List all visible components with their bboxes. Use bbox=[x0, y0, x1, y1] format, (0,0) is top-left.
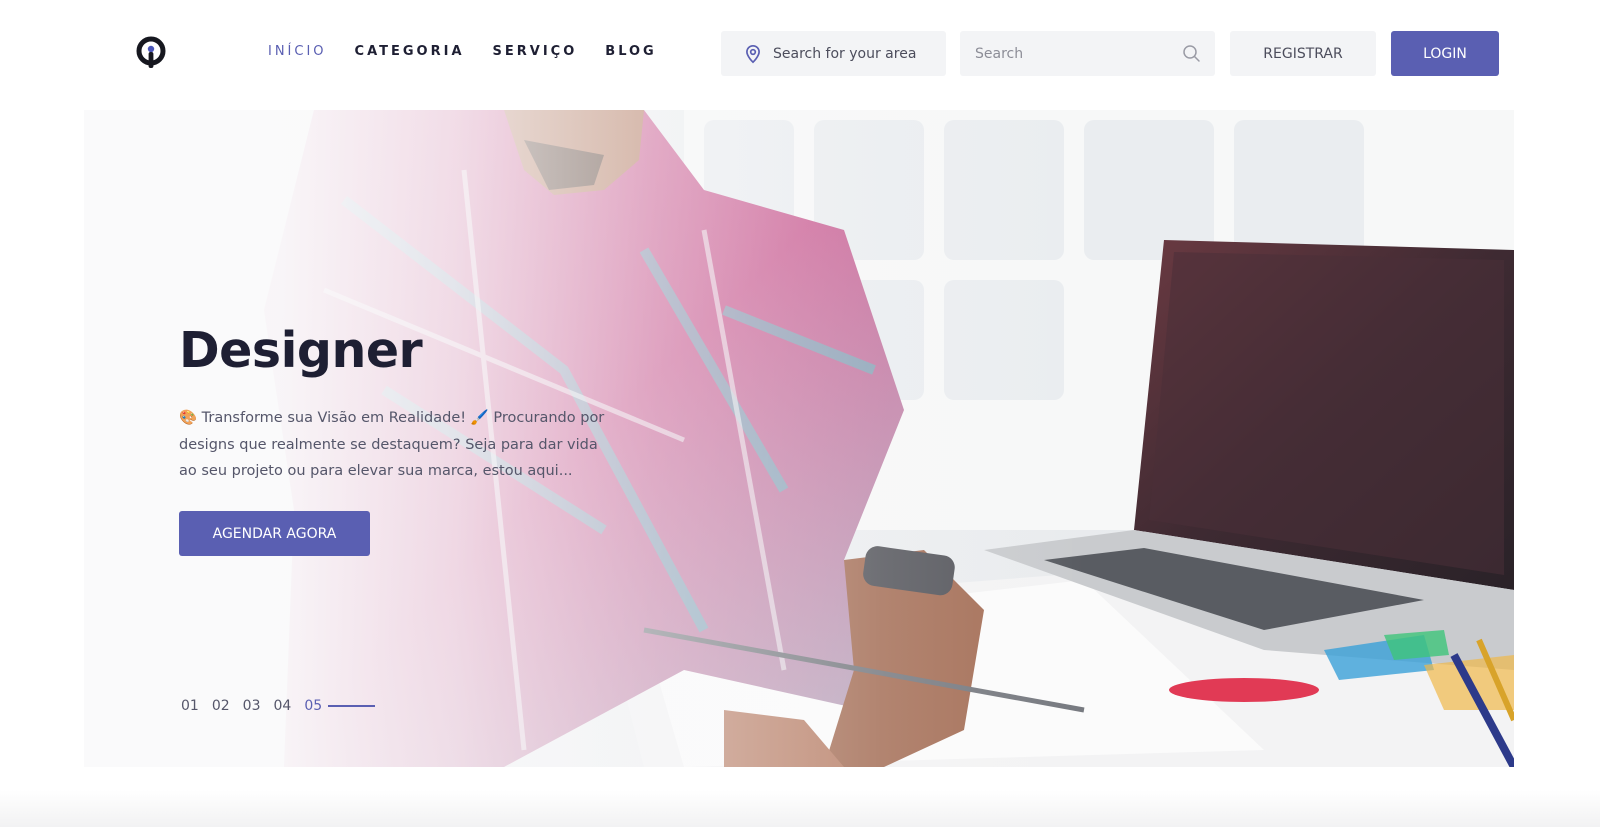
section-divider bbox=[0, 790, 1600, 827]
nav-item-inicio[interactable]: INÍCIO bbox=[268, 44, 327, 59]
search-icon[interactable] bbox=[1182, 44, 1201, 63]
search-input[interactable] bbox=[960, 31, 1170, 76]
hero-slider: Designer 🎨 Transforme sua Visão em Reali… bbox=[84, 110, 1514, 767]
schedule-now-button[interactable]: AGENDAR AGORA bbox=[179, 511, 370, 556]
main-nav: INÍCIO CATEGORIA SERVIÇO BLOG bbox=[268, 44, 685, 59]
slide-dot-01[interactable]: 01 bbox=[181, 698, 199, 714]
hero-description: 🎨 Transforme sua Visão em Realidade! 🖌️ … bbox=[179, 410, 605, 479]
slide-dot-05[interactable]: 05 bbox=[304, 698, 322, 714]
slide-pagination: 01 02 03 04 05 bbox=[181, 698, 376, 714]
active-slide-indicator bbox=[328, 705, 376, 707]
nav-item-blog[interactable]: BLOG bbox=[605, 44, 656, 59]
hero-title: Designer bbox=[179, 322, 423, 379]
nav-item-categoria[interactable]: CATEGORIA bbox=[355, 44, 465, 59]
slide-dot-02[interactable]: 02 bbox=[212, 698, 230, 714]
slide-dot-03[interactable]: 03 bbox=[243, 698, 261, 714]
logo-icon[interactable] bbox=[134, 36, 168, 72]
site-header: INÍCIO CATEGORIA SERVIÇO BLOG Search for… bbox=[0, 0, 1600, 108]
location-label: Search for your area bbox=[773, 45, 917, 62]
register-button[interactable]: REGISTRAR bbox=[1230, 31, 1376, 76]
location-search-button[interactable]: Search for your area bbox=[721, 31, 946, 76]
login-button[interactable]: LOGIN bbox=[1391, 31, 1499, 76]
nav-item-servico[interactable]: SERVIÇO bbox=[493, 44, 578, 59]
slide-dot-04[interactable]: 04 bbox=[273, 698, 291, 714]
search-box bbox=[960, 31, 1215, 76]
map-pin-icon bbox=[746, 44, 760, 63]
